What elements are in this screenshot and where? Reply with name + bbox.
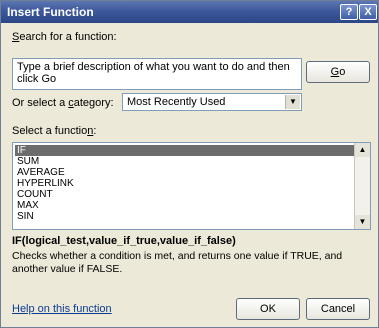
list-item-sum[interactable]: SUM: [15, 156, 355, 167]
search-input[interactable]: Type a brief description of what you wan…: [12, 58, 302, 90]
close-button[interactable]: X: [359, 4, 377, 20]
help-button[interactable]: ?: [340, 4, 358, 20]
go-button[interactable]: Go: [306, 61, 370, 83]
search-label: Search for a function:: [12, 31, 117, 43]
list-item-sin[interactable]: SIN: [15, 211, 355, 222]
category-select-value: Most Recently Used: [127, 96, 226, 108]
list-item-if[interactable]: IF: [15, 145, 355, 156]
title-bar[interactable]: Insert Function ? X: [1, 1, 378, 23]
ok-button[interactable]: OK: [236, 298, 300, 320]
function-description: Checks whether a condition is met, and r…: [12, 250, 343, 275]
list-item-count[interactable]: COUNT: [15, 189, 355, 200]
scroll-up-icon[interactable]: ▲: [355, 143, 370, 157]
function-list-label: Select a function:: [12, 125, 97, 137]
category-label: Or select a category:: [12, 97, 114, 109]
list-item-max[interactable]: MAX: [15, 200, 355, 211]
list-item-hyperlink[interactable]: HYPERLINK: [15, 178, 355, 189]
scroll-down-icon[interactable]: ▼: [355, 215, 370, 229]
function-list-scrollbar[interactable]: ▲ ▼: [354, 143, 370, 229]
list-item-average[interactable]: AVERAGE: [15, 167, 355, 178]
window-title: Insert Function: [7, 5, 94, 19]
function-list[interactable]: IF SUM AVERAGE HYPERLINK COUNT MAX SIN ▲…: [12, 142, 371, 230]
function-syntax: IF(logical_test,value_if_true,value_if_f…: [12, 235, 236, 247]
insert-function-dialog: Insert Function ? X Search for a functio…: [0, 0, 379, 328]
category-select[interactable]: Most Recently Used ▼: [122, 93, 302, 111]
help-on-function-link[interactable]: Help on this function: [12, 303, 112, 315]
chevron-down-icon[interactable]: ▼: [285, 95, 300, 109]
cancel-button[interactable]: Cancel: [306, 298, 370, 320]
